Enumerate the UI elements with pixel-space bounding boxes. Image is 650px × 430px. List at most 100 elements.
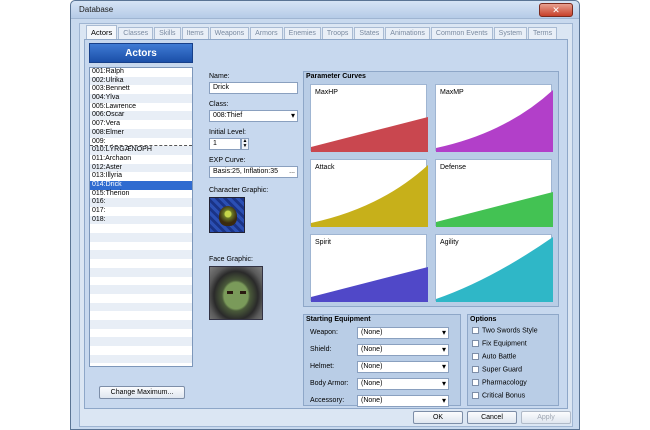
tab-items[interactable]: Items: [181, 27, 209, 39]
actor-list-empty-row: [90, 337, 192, 346]
actor-list-empty-row: [90, 267, 192, 277]
actor-list-item[interactable]: 007:Vera: [90, 120, 192, 129]
tab-classes[interactable]: Classes: [118, 27, 154, 39]
actors-pane: Actors 001:Ralph 002:Ulrika 003:Bennett 004…: [84, 39, 568, 409]
curve-maxhp[interactable]: MaxHP: [310, 84, 428, 152]
checkbox[interactable]: [472, 340, 479, 347]
actor-list-empty-row: [90, 346, 192, 355]
curve-fill: [311, 267, 428, 302]
actor-list-item[interactable]: 015:Therion: [90, 190, 192, 199]
actor-list-item[interactable]: 017:: [90, 207, 192, 216]
option-fix-equipment[interactable]: Fix Equipment: [472, 340, 527, 347]
close-button[interactable]: ✕: [539, 3, 573, 17]
tab-armors[interactable]: Armors: [250, 27, 283, 39]
checkbox[interactable]: [472, 366, 479, 373]
actor-list-item[interactable]: 011:Archaon: [90, 155, 192, 164]
curve-attack[interactable]: Attack: [310, 159, 428, 227]
tab-animations[interactable]: Animations: [385, 27, 430, 39]
actor-list-item[interactable]: 013:Illyria: [90, 172, 192, 181]
tab-skills[interactable]: Skills: [154, 27, 181, 39]
actor-list-empty-row: [90, 294, 192, 303]
name-field[interactable]: Drick: [209, 82, 298, 94]
actor-list-item[interactable]: 010:LÝRGÆNOPH: [90, 146, 192, 155]
tab-actors[interactable]: Actors: [86, 25, 118, 39]
starting-equipment-title: Starting Equipment: [306, 316, 371, 323]
option-super-guard[interactable]: Super Guard: [472, 366, 522, 373]
options-title: Options: [470, 316, 497, 323]
checkbox[interactable]: [472, 379, 479, 386]
tab-states[interactable]: States: [354, 27, 385, 39]
actor-list-empty-row: [90, 302, 192, 312]
cancel-button[interactable]: Cancel: [467, 411, 517, 424]
exp-curve-field[interactable]: Basis:25, Inflation:35 ...: [209, 166, 298, 178]
exp-curve-button[interactable]: ...: [289, 167, 295, 177]
equipment-select-accessory[interactable]: (None): [357, 395, 449, 407]
equipment-select-weapon[interactable]: (None): [357, 327, 449, 339]
checkbox[interactable]: [472, 353, 479, 360]
option-two-swords-style[interactable]: Two Swords Style: [472, 327, 538, 334]
curve-spirit[interactable]: Spirit: [310, 234, 428, 302]
option-label: Two Swords Style: [482, 327, 538, 335]
class-select[interactable]: 008:Thief: [209, 110, 298, 122]
curve-fill: [436, 192, 553, 227]
starting-equipment-panel: Starting Equipment Weapon: (None) Shield: (…: [303, 314, 461, 407]
actor-list-item[interactable]: 016:: [90, 198, 192, 207]
actor-list-item[interactable]: 005:Lawrence: [90, 103, 192, 112]
actor-list[interactable]: 001:Ralph 002:Ulrika 003:Bennett 004:Ylva 00…: [89, 67, 193, 367]
actor-list-empty-row: [90, 277, 192, 286]
tab-enemies[interactable]: Enemies: [283, 27, 321, 39]
curve-label: MaxMP: [440, 89, 464, 96]
character-sprite: [219, 206, 237, 226]
actor-list-item[interactable]: 003:Bennett: [90, 85, 192, 94]
tab-system[interactable]: System: [493, 27, 528, 39]
apply-button[interactable]: Apply: [521, 411, 571, 424]
actor-list-empty-row: [90, 250, 192, 260]
character-graphic[interactable]: [209, 197, 245, 233]
equipment-select-body-armor[interactable]: (None): [357, 378, 449, 390]
initial-level-field[interactable]: 1: [209, 138, 241, 150]
tab-troops[interactable]: Troops: [321, 27, 354, 39]
option-critical-bonus[interactable]: Critical Bonus: [472, 392, 525, 399]
actor-list-item[interactable]: 018:: [90, 215, 192, 225]
options-panel: Options Two Swords Style Fix Equipment Aut…: [467, 314, 559, 406]
option-label: Pharmacology: [482, 379, 527, 387]
equipment-select-shield[interactable]: (None): [357, 344, 449, 356]
exp-curve-value: Basis:25, Inflation:35: [213, 168, 278, 175]
face-graphic[interactable]: [209, 266, 263, 320]
actor-list-item[interactable]: 009:: [90, 138, 192, 147]
curve-agility[interactable]: Agility: [435, 234, 553, 302]
parameter-curves-panel: Parameter Curves MaxHP MaxMP Attack Defense…: [303, 71, 559, 307]
change-maximum-button[interactable]: Change Maximum...: [99, 386, 185, 399]
tab-terms[interactable]: Terms: [528, 27, 558, 39]
actor-list-item[interactable]: 012:Aster: [90, 163, 192, 173]
database-window: Database ✕ Actors Classes Skills Items Weapo…: [70, 0, 580, 430]
curve-label: Agility: [440, 239, 459, 246]
curve-defense[interactable]: Defense: [435, 159, 553, 227]
actor-list-item[interactable]: 008:Elmer: [90, 128, 192, 138]
actor-list-item[interactable]: 004:Ylva: [90, 94, 192, 103]
tab-weapons[interactable]: Weapons: [209, 27, 250, 39]
initial-level-label: Initial Level:: [209, 129, 246, 136]
equipment-select-helmet[interactable]: (None): [357, 361, 449, 373]
actor-list-empty-row: [90, 319, 192, 329]
actor-list-item[interactable]: 002:Ulrika: [90, 76, 192, 86]
face-graphic-label: Face Graphic:: [209, 256, 253, 263]
equipment-label: Helmet:: [310, 363, 335, 370]
actor-list-item[interactable]: 006:Oscar: [90, 111, 192, 121]
actor-list-item[interactable]: 001:Ralph: [90, 68, 192, 77]
ok-button[interactable]: OK: [413, 411, 463, 424]
character-graphic-label: Character Graphic:: [209, 187, 269, 194]
option-label: Auto Battle: [482, 353, 517, 361]
client-area: Actors Classes Skills Items Weapons Armors Ene…: [79, 23, 573, 427]
curve-fill: [436, 237, 553, 302]
tab-common-events[interactable]: Common Events: [430, 27, 493, 39]
option-pharmacology[interactable]: Pharmacology: [472, 379, 527, 386]
checkbox[interactable]: [472, 327, 479, 334]
curve-label: Defense: [440, 164, 467, 171]
checkbox[interactable]: [472, 392, 479, 399]
level-stepper[interactable]: ▲ ▼: [241, 138, 249, 150]
curve-maxmp[interactable]: MaxMP: [435, 84, 553, 152]
face-eye-left: [227, 291, 233, 294]
actor-list-item[interactable]: 014:Drick: [90, 180, 192, 190]
option-auto-battle[interactable]: Auto Battle: [472, 353, 516, 360]
